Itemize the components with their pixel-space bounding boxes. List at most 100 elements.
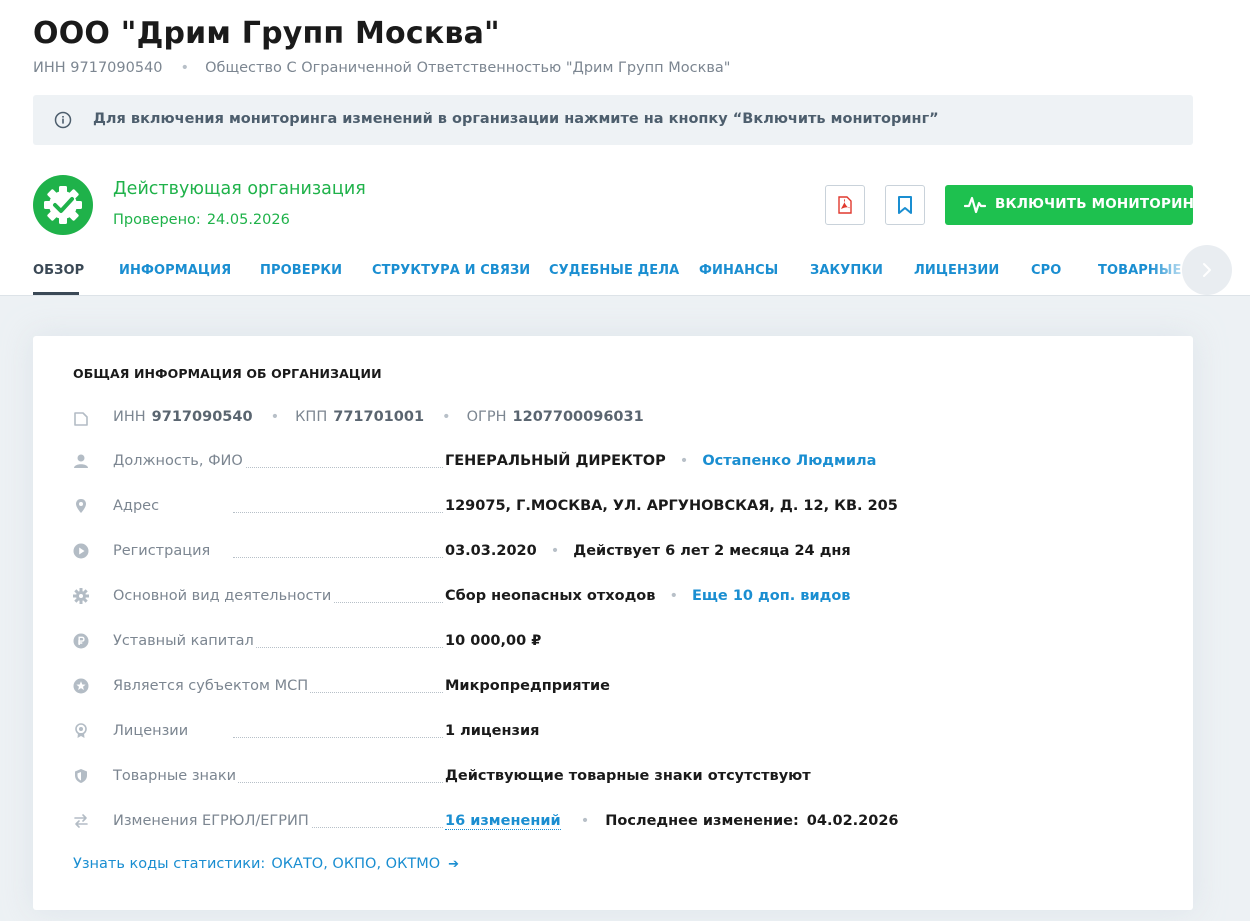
msp-label: Является субъектом МСП xyxy=(113,678,311,694)
monitor-button-label: ВКЛЮЧИТЬ МОНИТОРИНГ xyxy=(995,196,1203,212)
changes-count-link[interactable]: 16 изменений xyxy=(445,813,561,830)
licenses-row: Лицензии 1 лицензия xyxy=(33,721,1193,745)
tab-finance[interactable]: ФИНАНСЫ xyxy=(699,263,778,278)
inn-value: 9717090540 xyxy=(151,409,253,425)
changes-label: Изменения ЕГРЮЛ/ЕГРИП xyxy=(113,813,311,829)
address-row: Адрес 129075, Г.МОСКВА, УЛ. АРГУНОВСКАЯ,… xyxy=(33,496,1193,520)
tab-licenses[interactable]: ЛИЦЕНЗИИ xyxy=(914,263,999,278)
ogrn-label: ОГРН xyxy=(466,409,507,425)
dotted-leader xyxy=(233,467,443,468)
bookmark-button[interactable] xyxy=(885,185,925,225)
address-link[interactable]: 129075, Г.МОСКВА, УЛ. АРГУНОВСКАЯ, Д. 12… xyxy=(445,498,898,514)
tab-information[interactable]: ИНФОРМАЦИЯ xyxy=(119,263,231,278)
checked-label: Проверено: xyxy=(113,212,201,228)
msp-row: Является субъектом МСП Микропредприятие xyxy=(33,676,1193,700)
tab-sro[interactable]: СРО xyxy=(1031,263,1061,278)
director-position: ГЕНЕРАЛЬНЫЙ ДИРЕКТОР xyxy=(445,453,666,469)
checked-date: 24.05.2026 xyxy=(206,212,290,228)
tab-overview[interactable]: ОБЗОР xyxy=(33,263,84,278)
trademarks-link[interactable]: Действующие товарные знаки отсутствуют xyxy=(445,768,811,784)
last-change-date: 04.02.2026 xyxy=(806,813,899,829)
general-info-card: ОБЩАЯ ИНФОРМАЦИЯ ОБ ОРГАНИЗАЦИИ ИНН 97170… xyxy=(33,336,1193,910)
company-full-name: Общество С Ограниченной Ответственностью… xyxy=(205,60,731,76)
notice-text: Для включения мониторинга изменений в ор… xyxy=(93,111,939,127)
swap-arrows-icon xyxy=(74,814,88,828)
play-circle-icon xyxy=(73,543,89,559)
dotted-leader xyxy=(233,782,443,783)
status-checked: Проверено: 24.05.2026 xyxy=(113,212,290,228)
separator-dot: • xyxy=(550,543,560,559)
separator-dot: • xyxy=(442,409,451,425)
pulse-icon xyxy=(964,196,986,214)
company-identifiers: ИНН 9717090540 • КПП 771701001 • ОГРН 120770009… xyxy=(113,409,644,425)
trademarks-row: Товарные знаки Действующие товарные знак… xyxy=(33,766,1193,790)
capital-value: 10 000,00 ₽ xyxy=(445,633,542,649)
stats-codes: ОКАТО, ОКПО, ОКТМО xyxy=(271,856,441,872)
tab-inspections[interactable]: ПРОВЕРКИ xyxy=(260,263,342,278)
director-value: ГЕНЕРАЛЬНЫЙ ДИРЕКТОР • Остапенко Людмила xyxy=(445,453,876,469)
registration-date: 03.03.2020 xyxy=(445,543,537,559)
card-title: ОБЩАЯ ИНФОРМАЦИЯ ОБ ОРГАНИЗАЦИИ xyxy=(73,366,382,381)
registration-duration: Действует 6 лет 2 месяца 24 дня xyxy=(573,543,851,559)
info-icon xyxy=(54,111,72,129)
dotted-leader xyxy=(233,512,443,513)
separator-dot: • xyxy=(679,453,689,469)
monitoring-notice: Для включения мониторинга изменений в ор… xyxy=(33,95,1193,145)
msp-value: Микропредприятие xyxy=(445,678,610,694)
star-circle-icon xyxy=(73,678,89,694)
separator-dot: • xyxy=(270,409,280,425)
capital-label: Уставный капитал xyxy=(113,633,256,649)
ruble-coin-icon xyxy=(73,633,89,649)
person-icon xyxy=(74,454,88,468)
document-icon xyxy=(74,412,88,426)
statistics-codes-link[interactable]: Узнать коды статистики: ОКАТО, ОКПО, ОКТМ… xyxy=(73,856,459,872)
tabs-scroll-right-button[interactable] xyxy=(1182,245,1232,295)
active-tab-indicator xyxy=(33,292,79,295)
arrow-right-icon: ➔ xyxy=(448,857,460,872)
inn-text: ИНН 9717090540 xyxy=(33,60,163,76)
main-activity: Сбор неопасных отходов xyxy=(445,588,656,604)
page-title: ООО "Дрим Групп Москва" xyxy=(33,16,500,51)
activity-value: Сбор неопасных отходов • Еще 10 доп. видов xyxy=(445,588,850,604)
company-subline: ИНН 9717090540 • Общество С Ограниченной О… xyxy=(33,60,730,76)
trademarks-label: Товарные знаки xyxy=(113,768,239,784)
licenses-label: Лицензии xyxy=(113,723,191,739)
director-name-link[interactable]: Остапенко Людмила xyxy=(702,453,876,469)
ogrn-value: 1207700096031 xyxy=(512,409,644,425)
more-activities-link[interactable]: Еще 10 доп. видов xyxy=(692,588,850,604)
capital-row: Уставный капитал 10 000,00 ₽ xyxy=(33,631,1193,655)
tab-structure[interactable]: СТРУКТУРА И СВЯЗИ xyxy=(372,263,530,278)
inn-label: ИНН xyxy=(113,409,146,425)
tab-court-cases[interactable]: СУДЕБНЫЕ ДЕЛА xyxy=(549,263,679,278)
director-label: Должность, ФИО xyxy=(113,453,245,469)
registration-row: Регистрация 03.03.2020 • Действует 6 лет 2… xyxy=(33,541,1193,565)
address-label: Адрес xyxy=(113,498,162,514)
tab-bar: ОБЗОР ИНФОРМАЦИЯ ПРОВЕРКИ СТРУКТУРА И СВ… xyxy=(0,245,1250,296)
kpp-value: 771701001 xyxy=(333,409,425,425)
director-row: Должность, ФИО ГЕНЕРАЛЬНЫЙ ДИРЕКТОР • Оста… xyxy=(33,451,1193,475)
pdf-download-button[interactable] xyxy=(825,185,865,225)
changes-row: Изменения ЕГРЮЛ/ЕГРИП 16 изменений • После… xyxy=(33,811,1193,835)
bookmark-icon xyxy=(898,196,912,214)
separator-dot: • xyxy=(669,588,678,604)
activity-row: Основной вид деятельности Сбор неопасных… xyxy=(33,586,1193,610)
activity-label: Основной вид деятельности xyxy=(113,588,334,604)
enable-monitoring-button[interactable]: ВКЛЮЧИТЬ МОНИТОРИНГ xyxy=(945,185,1203,225)
dotted-leader xyxy=(233,557,443,558)
kpp-label: КПП xyxy=(295,409,328,425)
dotted-leader xyxy=(233,737,443,738)
changes-value: 16 изменений • Последнее изменение: 04.02.2… xyxy=(445,813,899,830)
pdf-icon xyxy=(838,196,852,214)
licenses-link[interactable]: 1 лицензия xyxy=(445,723,539,739)
chevron-right-icon xyxy=(1203,263,1211,277)
award-icon xyxy=(75,723,87,738)
separator-dot: • xyxy=(580,813,590,829)
tab-purchases[interactable]: ЗАКУПКИ xyxy=(810,263,883,278)
shield-icon xyxy=(75,769,87,783)
stats-label: Узнать коды статистики: xyxy=(73,856,266,872)
registration-value: 03.03.2020 • Действует 6 лет 2 месяца 24 д… xyxy=(445,543,851,559)
location-pin-icon xyxy=(76,499,86,513)
dotted-leader xyxy=(233,647,443,648)
last-change-label: Последнее изменение: xyxy=(605,813,799,829)
gear-icon xyxy=(73,588,89,604)
